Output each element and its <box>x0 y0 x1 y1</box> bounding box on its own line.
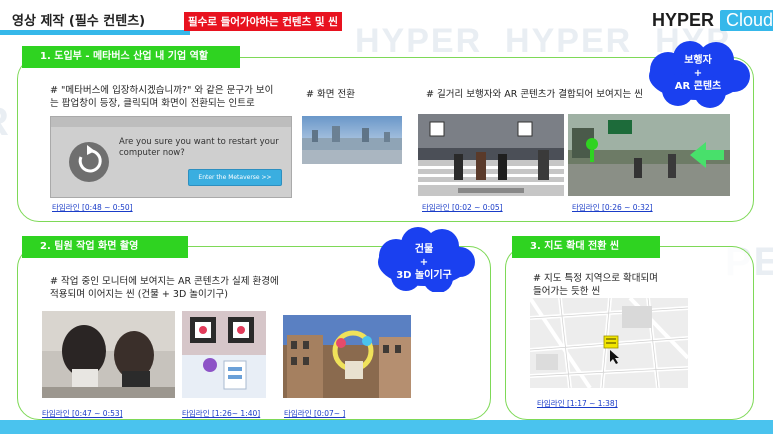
building-3d-ride-render <box>283 315 411 398</box>
section-1-timeline-1[interactable]: 타임라인 [0:48 ~ 0:50] <box>52 202 133 213</box>
logo-cloud-text: Cloud <box>720 10 773 31</box>
section-3-desc-line-2: 들어가는 듯한 씬 <box>533 286 601 297</box>
page-title: 영상 제작 (필수 컨텐츠) <box>12 14 146 29</box>
bottom-accent-bar <box>0 420 773 434</box>
watermark-left: R <box>0 100 11 145</box>
section-2-desc-line-1: # 작업 중인 모니터에 보여지는 AR 콘텐츠가 실제 환경에 <box>50 276 279 287</box>
street-arrow-image <box>568 114 730 196</box>
section-1-popup-desc: # "메타버스에 입장하시겠습니까?" 와 같은 문구가 보이는 팝업창이 등장… <box>50 85 274 109</box>
team-working-image <box>42 311 175 398</box>
hyper-cloud-logo: HYPER Cloud <box>652 10 773 31</box>
street-crowd-image <box>418 114 564 196</box>
blurred-city-image <box>302 116 402 164</box>
map-zoom-image <box>530 298 688 388</box>
street-ar-image-2 <box>568 114 730 196</box>
section-3-timeline-1[interactable]: 타임라인 [1:17 ~ 1:38] <box>537 398 618 409</box>
section-1-transition-desc: # 화면 전환 <box>306 89 355 100</box>
section-1-label: 1. 도입부 - 메타버스 산업 내 기업 역할 <box>22 46 240 68</box>
screen-transition-image <box>302 116 402 164</box>
section-3-desc: # 지도 특정 지역으로 확대되며 들어가는 듯한 씬 <box>533 272 733 298</box>
cloud-1-line-1: 보행자 <box>684 55 712 66</box>
pedestrian-ar-cloud-text: 보행자 + AR 콘텐츠 <box>668 54 728 93</box>
enter-metaverse-button[interactable]: Enter the Metaverse >> <box>188 169 282 186</box>
section-1-street-desc: # 길거리 보행자와 AR 콘텐츠가 결합되어 보여지는 씬 <box>426 89 643 100</box>
dialog-message: Are you sure you want to restart your co… <box>119 137 279 158</box>
team-monitor-image <box>42 311 175 398</box>
building-ride-image <box>283 315 411 398</box>
section-1-timeline-3[interactable]: 타임라인 [0:26 ~ 0:32] <box>572 202 653 213</box>
logo-hyper-text: HYPER <box>652 10 715 30</box>
cloud-2-line-2: + <box>419 257 429 268</box>
ar-cards-image <box>182 311 266 398</box>
section-2-timeline-2[interactable]: 타임라인 [1:26~ 1:40] <box>182 408 260 419</box>
section-2-desc-line-2: 적용되며 이어지는 씬 (건물 + 3D 놀이기구) <box>50 289 228 300</box>
section-2-label: 2. 팀원 작업 화면 촬영 <box>22 236 188 258</box>
restart-dialog-image: Are you sure you want to restart your co… <box>50 116 292 198</box>
page-subtitle: 필수로 들어가야하는 컨텐츠 및 씬 <box>184 12 342 31</box>
section-3-label: 3. 지도 확대 전환 씬 <box>512 236 660 258</box>
building-ride-cloud-text: 건물 + 3D 놀이기구 <box>392 243 456 282</box>
section-2-timeline-1[interactable]: 타임라인 [0:47 ~ 0:53] <box>42 408 123 419</box>
street-map-render <box>530 298 688 388</box>
cloud-1-line-2: + <box>693 68 703 79</box>
street-ar-image-1 <box>418 114 564 196</box>
section-2-desc: # 작업 중인 모니터에 보여지는 AR 콘텐츠가 실제 환경에 적용되며 이어… <box>50 275 310 301</box>
cloud-2-line-1: 건물 <box>414 244 434 255</box>
title-underline <box>0 30 190 35</box>
ar-cards-render <box>182 311 266 398</box>
cloud-2-line-3: 3D 놀이기구 <box>396 270 452 281</box>
section-1-timeline-2[interactable]: 타임라인 [0:02 ~ 0:05] <box>422 202 503 213</box>
section-3-desc-line-1: # 지도 특정 지역으로 확대되며 <box>533 273 658 284</box>
section-2-timeline-3[interactable]: 타임라인 [0:07~ ] <box>284 408 345 419</box>
cloud-1-line-3: AR 콘텐츠 <box>674 81 722 92</box>
